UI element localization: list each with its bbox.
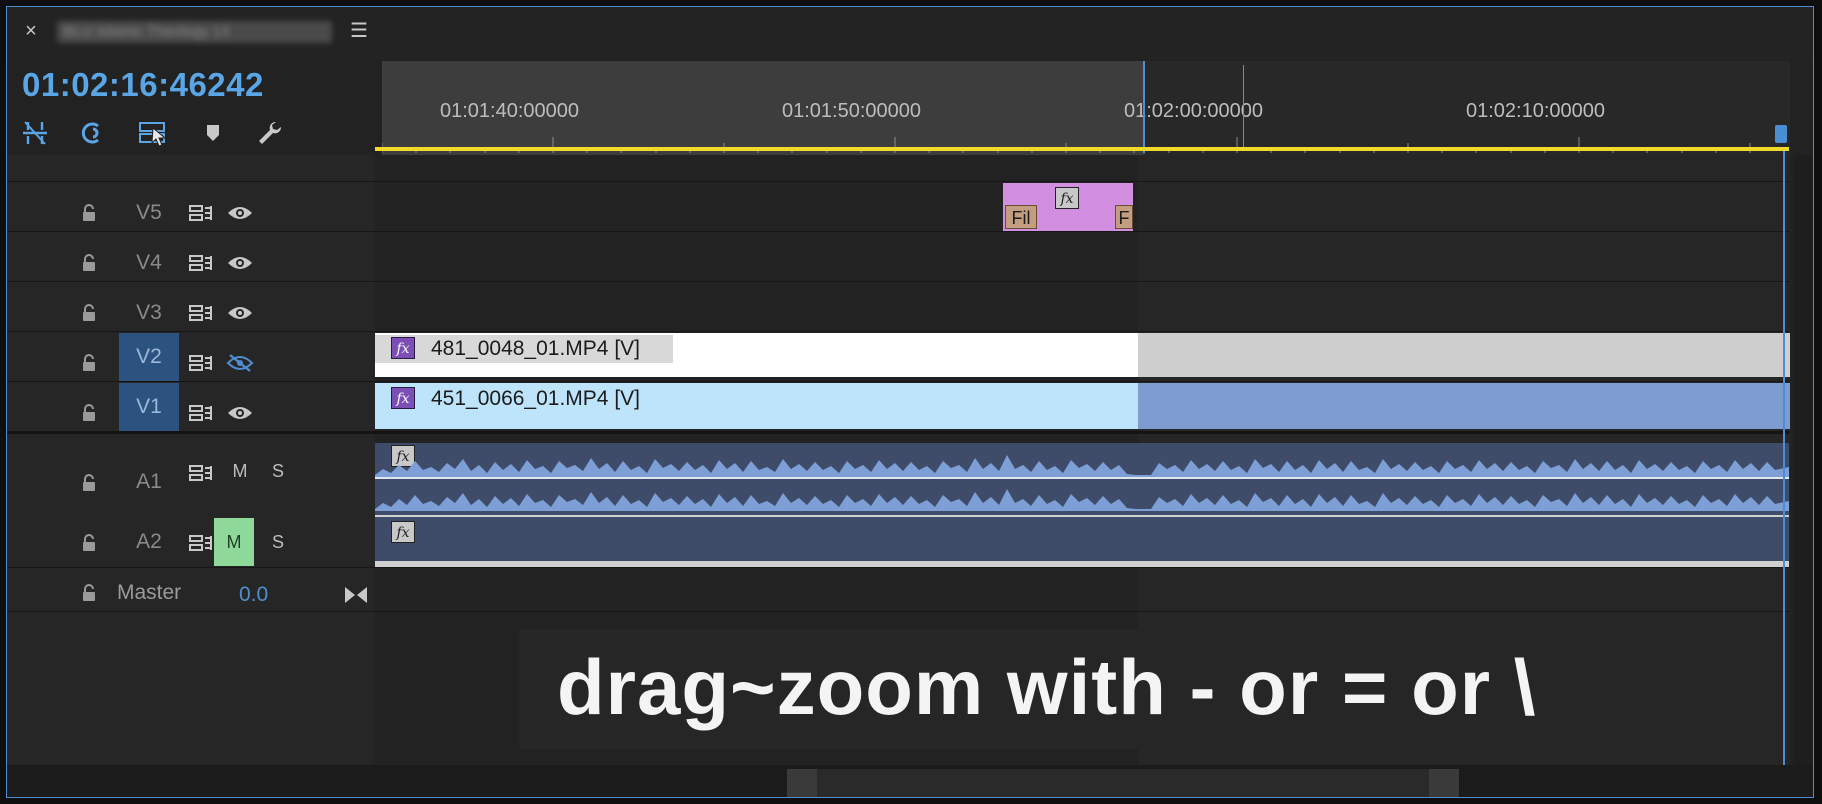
fx-badge-icon: fx — [1055, 187, 1079, 209]
insert-overwrite-icon[interactable] — [135, 117, 171, 149]
clip-filler-tab: Fil — [1005, 205, 1037, 229]
playhead-timecode[interactable]: 01:02:16:46242 — [22, 65, 264, 105]
audio-waveform — [375, 455, 1789, 511]
track-lock-icon[interactable] — [78, 471, 100, 495]
v1-clip[interactable]: fx 451_0066_01.MP4 [V] — [375, 383, 1138, 429]
video-audio-divider — [7, 431, 1789, 434]
close-panel-icon[interactable]: × — [19, 19, 43, 43]
snap-icon[interactable] — [17, 117, 53, 149]
wrench-settings-icon[interactable] — [251, 117, 287, 149]
audio-clip-divider — [375, 561, 1789, 567]
vertical-scrollbar[interactable] — [1793, 155, 1813, 765]
v2-clip[interactable]: fx 481_0048_01.MP4 [V] — [375, 333, 1138, 377]
clip-name: 481_0048_01.MP4 [V] — [431, 337, 640, 360]
scrollbar-left-handle[interactable] — [787, 769, 817, 797]
track-separator — [7, 381, 1789, 382]
track-separator — [7, 331, 1789, 332]
clip-filler-tab: F — [1115, 205, 1133, 229]
ruler-cursor-line — [1243, 65, 1244, 151]
a1-audio-clip[interactable]: fx — [375, 443, 1789, 515]
work-area-end-marker[interactable] — [1143, 61, 1145, 153]
playhead-line[interactable] — [1783, 151, 1785, 767]
track-lock-icon[interactable] — [78, 201, 100, 225]
visibility-eye-icon[interactable] — [225, 251, 255, 275]
mute-button-a1[interactable]: M — [227, 457, 253, 485]
fx-badge-icon: fx — [391, 337, 415, 359]
sync-lock-icon[interactable] — [187, 401, 215, 425]
clip-name: 451_0066_01.MP4 [V] — [431, 387, 640, 410]
shortcut-caption-overlay: drag~zoom with - or = or \ — [519, 629, 1601, 749]
ruler-label: 01:01:40:00000 — [440, 100, 580, 122]
v2-clip-out-region[interactable] — [1138, 333, 1790, 377]
track-lock-icon[interactable] — [78, 581, 100, 605]
add-marker-icon[interactable] — [195, 117, 231, 149]
visibility-eye-icon[interactable] — [225, 301, 255, 325]
track-name-v4[interactable]: V4 — [119, 239, 179, 287]
sequence-tab-name[interactable]: BLU Islamic Theology 13 — [57, 21, 332, 43]
track-name-a2[interactable]: A2 — [119, 518, 179, 566]
solo-button-a2[interactable]: S — [265, 528, 291, 556]
fx-badge-icon: fx — [391, 521, 415, 543]
master-volume-value[interactable]: 0.0 — [239, 581, 268, 609]
track-name-v5[interactable]: V5 — [119, 189, 179, 237]
track-lock-icon[interactable] — [78, 251, 100, 275]
playhead-handle[interactable] — [1775, 125, 1787, 143]
master-meter-toggle-icon[interactable] — [343, 583, 369, 607]
visibility-hidden-icon[interactable] — [225, 351, 255, 375]
visibility-eye-icon[interactable] — [225, 401, 255, 425]
a2-audio-clip[interactable]: fx — [375, 517, 1789, 561]
horizontal-scrollbar-thumb[interactable] — [787, 769, 1459, 797]
track-separator — [7, 567, 1789, 568]
track-separator — [7, 281, 1789, 282]
track-separator — [7, 231, 1789, 232]
track-headers — [7, 155, 375, 765]
scrollbar-right-handle[interactable] — [1429, 769, 1459, 797]
v1-clip-out-region[interactable] — [1138, 383, 1790, 429]
sync-lock-icon[interactable] — [187, 251, 215, 275]
timeline-panel: × BLU Islamic Theology 13 ☰ 01:02:16:462… — [6, 6, 1814, 798]
sync-lock-icon[interactable] — [187, 461, 215, 485]
v5-adjustment-clip[interactable]: Fil fx F — [1003, 183, 1133, 231]
track-separator — [7, 611, 1789, 612]
ruler-label: 01:01:50:00000 — [782, 100, 922, 122]
track-name-a1[interactable]: A1 — [119, 458, 179, 506]
panel-menu-icon[interactable]: ☰ — [347, 19, 371, 43]
time-ruler[interactable]: 01:01:40:00000 01:01:50:00000 01:02:00:0… — [382, 61, 1790, 155]
mute-button-a2[interactable]: M — [214, 518, 254, 566]
master-track-label: Master — [117, 581, 182, 604]
fx-badge-icon: fx — [391, 387, 415, 409]
track-separator — [7, 181, 1789, 182]
sync-lock-icon[interactable] — [187, 531, 215, 555]
track-lock-icon[interactable] — [78, 531, 100, 555]
solo-button-a1[interactable]: S — [265, 457, 291, 485]
track-lock-icon[interactable] — [78, 301, 100, 325]
work-area-bar[interactable] — [375, 147, 1789, 151]
sync-lock-icon[interactable] — [187, 351, 215, 375]
visibility-eye-icon[interactable] — [225, 201, 255, 225]
ruler-label: 01:02:10:00000 — [1466, 100, 1606, 122]
track-name-v2[interactable]: V2 — [119, 333, 179, 381]
track-name-v3[interactable]: V3 — [119, 289, 179, 337]
sync-lock-icon[interactable] — [187, 201, 215, 225]
track-lock-icon[interactable] — [78, 401, 100, 425]
track-lock-icon[interactable] — [78, 351, 100, 375]
sync-lock-icon[interactable] — [187, 301, 215, 325]
linked-selection-icon[interactable] — [75, 117, 111, 149]
track-name-v1[interactable]: V1 — [119, 383, 179, 431]
